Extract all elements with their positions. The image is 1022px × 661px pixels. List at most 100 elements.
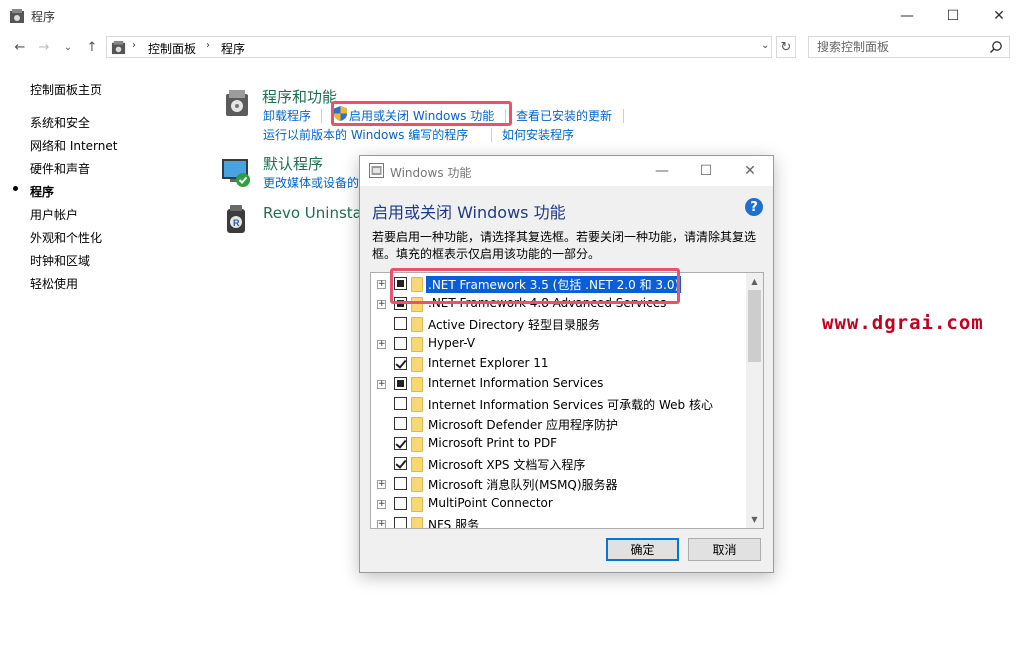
feature-row[interactable]: Microsoft Defender 应用程序防护 [371,414,747,434]
feature-row[interactable]: + Hyper-V [371,334,747,354]
feature-checkbox[interactable] [394,417,407,430]
dialog-maximize-button[interactable]: ☐ [684,156,728,186]
sidebar-item-network-internet[interactable]: 网络和 Internet [30,137,117,154]
address-dropdown-icon[interactable]: ⌄ [761,40,769,51]
feature-checkbox[interactable] [394,357,407,370]
dialog-body: 启用或关闭 Windows 功能 ? 若要启用一种功能，请选择其复选框。若要关闭… [360,186,773,572]
how-to-install-link[interactable]: 如何安装程序 [502,126,574,143]
dialog-close-button[interactable]: ✕ [728,156,772,186]
feature-row[interactable]: Internet Information Services 可承载的 Web 核… [371,394,747,414]
revo-uninstaller-icon: R [227,205,245,233]
folder-icon [411,497,423,512]
control-panel-icon [111,40,126,55]
search-icon[interactable] [989,40,1003,54]
feature-checkbox[interactable] [394,337,407,350]
folder-icon [411,437,423,452]
up-button[interactable]: ↑ [82,38,102,56]
feature-row[interactable]: + MultiPoint Connector [371,494,747,514]
net-framework-highlight [390,268,680,304]
search-input[interactable] [817,38,987,56]
feature-row[interactable]: Internet Explorer 11 [371,354,747,374]
feature-label: MultiPoint Connector [428,496,553,510]
window-title: 程序 [31,10,56,24]
expand-icon[interactable]: + [377,280,386,289]
back-button[interactable]: ← [10,38,30,56]
programs-features-title[interactable]: 程序和功能 [262,86,337,107]
ok-button[interactable]: 确定 [606,538,679,561]
feature-row[interactable]: Microsoft Print to PDF [371,434,747,454]
feature-label: Internet Information Services [428,376,604,390]
sidebar-item-clock-region[interactable]: 时钟和区域 [30,252,90,269]
feature-label: Microsoft Defender 应用程序防护 [428,418,619,432]
feature-checkbox[interactable] [394,517,407,528]
sidebar-item-ease-of-access[interactable]: 轻松使用 [30,275,78,292]
control-panel-home-link[interactable]: 控制面板主页 [30,81,102,98]
expand-icon[interactable]: + [377,500,386,509]
feature-checkbox[interactable] [394,497,407,510]
breadcrumb-control-panel[interactable]: 控制面板 [148,40,196,57]
feature-checkbox[interactable] [394,377,407,390]
windows-features-dialog: Windows 功能 — ☐ ✕ 启用或关闭 Windows 功能 ? 若要启用… [359,155,774,573]
folder-icon [411,397,423,412]
recent-locations-button[interactable]: ⌄ [58,38,78,56]
search-box[interactable] [808,36,1010,58]
feature-row[interactable]: + Microsoft 消息队列(MSMQ)服务器 [371,474,747,494]
windows-features-highlight [331,101,512,126]
close-button[interactable]: ✕ [976,0,1022,32]
breadcrumb-separator: › [206,40,210,51]
link-separator [491,128,492,142]
expand-icon[interactable]: + [377,380,386,389]
scroll-up-arrow-icon[interactable]: ▲ [746,273,763,290]
feature-row[interactable]: + Internet Information Services [371,374,747,394]
sidebar-item-hardware-sound[interactable]: 硬件和声音 [30,160,90,177]
dialog-minimize-button[interactable]: — [640,156,684,186]
programs-app-icon [10,9,24,23]
folder-icon [411,477,423,492]
feature-label: Microsoft XPS 文档写入程序 [428,458,586,472]
sidebar-item-programs[interactable]: 程序 [30,183,54,200]
feature-row[interactable]: + NFS 服务 [371,514,747,528]
default-programs-icon [222,159,250,187]
breadcrumb-programs[interactable]: 程序 [221,40,245,57]
sidebar-item-appearance[interactable]: 外观和个性化 [30,229,102,246]
left-navigation: 控制面板主页 系统和安全 网络和 Internet 硬件和声音 程序 用户帐户 … [0,62,220,661]
change-media-defaults-link[interactable]: 更改媒体或设备的 [263,174,359,191]
cancel-button[interactable]: 取消 [688,538,761,561]
feature-checkbox[interactable] [394,457,407,470]
feature-checkbox[interactable] [394,437,407,450]
svg-text:R: R [233,218,240,228]
feature-label: Internet Explorer 11 [428,356,549,370]
feature-checkbox[interactable] [394,397,407,410]
feature-checkbox[interactable] [394,317,407,330]
revo-uninstaller-title[interactable]: Revo Uninsta [263,204,362,222]
run-older-programs-link[interactable]: 运行以前版本的 Windows 编写的程序 [263,126,468,143]
feature-label: Active Directory 轻型目录服务 [428,318,601,332]
vertical-scrollbar[interactable]: ▲ ▼ [746,273,763,528]
folder-icon [411,357,423,372]
default-programs-title[interactable]: 默认程序 [263,153,323,174]
minimize-button[interactable]: — [884,0,930,32]
expand-icon[interactable]: + [377,300,386,309]
maximize-button[interactable]: ☐ [930,0,976,32]
expand-icon[interactable]: + [377,340,386,349]
features-tree[interactable]: + .NET Framework 3.5 (包括 .NET 2.0 和 3.0)… [370,272,764,529]
feature-checkbox[interactable] [394,477,407,490]
uninstall-program-link[interactable]: 卸载程序 [263,107,311,124]
programs-features-icon [226,90,248,116]
feature-row[interactable]: Active Directory 轻型目录服务 [371,314,747,334]
view-installed-updates-link[interactable]: 查看已安装的更新 [516,107,612,124]
expand-icon[interactable]: + [377,520,386,528]
scrollbar-thumb[interactable] [748,290,761,362]
forward-button[interactable]: → [34,38,54,56]
sidebar-item-system-security[interactable]: 系统和安全 [30,114,90,131]
folder-icon [411,457,423,472]
refresh-button[interactable]: ↻ [776,36,796,58]
scroll-down-arrow-icon[interactable]: ▼ [746,511,763,528]
sidebar-item-user-accounts[interactable]: 用户帐户 [30,206,78,223]
address-bar[interactable]: › 控制面板 › 程序 ⌄ [106,36,772,58]
folder-icon [411,317,423,332]
feature-label: Microsoft Print to PDF [428,436,558,450]
expand-icon[interactable]: + [377,480,386,489]
feature-row[interactable]: Microsoft XPS 文档写入程序 [371,454,747,474]
help-icon[interactable]: ? [745,198,763,216]
